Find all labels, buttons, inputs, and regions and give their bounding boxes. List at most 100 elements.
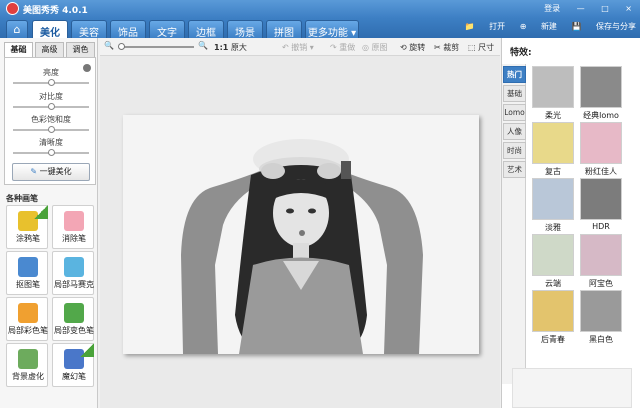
paint-bucket-icon <box>64 303 84 323</box>
effects-title: 特效: <box>510 48 532 58</box>
undo-button[interactable]: ↶ 撤销 ▾ <box>282 42 314 53</box>
category-basic[interactable]: 基础 <box>503 85 526 102</box>
tab-scenes[interactable]: 场景 <box>227 20 263 39</box>
left-panel: 基础 高级 调色 亮度 对比度 色彩饱和度 清晰度 ✎ 一键美化 各种画笔 涂鸦… <box>0 38 98 408</box>
effect-youth[interactable]: 后青春 <box>532 290 574 348</box>
restore-original-button[interactable]: ◎ 原图 <box>362 42 388 53</box>
effects-panel: 特效: 热门 基础 Lomo 人像 时尚 艺术 柔光 经典lomo 复古 粉红佳… <box>501 38 640 408</box>
effect-thumbnail <box>532 66 574 108</box>
saturation-slider[interactable] <box>13 126 89 133</box>
tab-beautify[interactable]: 美化 <box>32 20 68 39</box>
effect-hdr[interactable]: HDR <box>580 178 622 236</box>
minimize-button[interactable]: — <box>577 4 585 13</box>
effect-thumbnail <box>532 290 574 332</box>
zoom-out-icon[interactable]: 🔍 <box>104 41 114 50</box>
effect-thumbnail <box>580 122 622 164</box>
effect-classic-lomo[interactable]: 经典lomo <box>580 66 622 124</box>
zoom-in-icon[interactable]: 🔍 <box>198 41 208 50</box>
crop-button[interactable]: ✂ 裁剪 <box>434 42 459 53</box>
actual-size-button[interactable]: 1:1 原大 <box>214 42 247 53</box>
tab-home[interactable]: ⌂ <box>6 20 28 38</box>
effect-black-white[interactable]: 黑白色 <box>580 290 622 348</box>
rotate-button[interactable]: ⟲ 旋转 <box>400 42 425 53</box>
mosaic-icon <box>64 257 84 277</box>
category-lomo[interactable]: Lomo <box>503 104 526 121</box>
effect-cloud[interactable]: 云端 <box>532 234 574 292</box>
adjust-box: 亮度 对比度 色彩饱和度 清晰度 ✎ 一键美化 <box>4 57 96 185</box>
pens-title: 各种画笔 <box>6 194 38 203</box>
tab-accessories[interactable]: 饰品 <box>110 20 146 39</box>
portrait-image <box>123 115 479 354</box>
pen-background-blur[interactable]: 背景虚化 <box>6 343 48 387</box>
subtab-advanced[interactable]: 高级 <box>35 42 64 57</box>
pen-eraser[interactable]: 消除笔 <box>52 205 94 249</box>
sharpness-label: 清晰度 <box>39 138 63 147</box>
sharpness-knob[interactable] <box>48 149 55 156</box>
pen-doodle[interactable]: 涂鸦笔 <box>6 205 48 249</box>
effect-preview-area <box>512 368 632 408</box>
category-fashion[interactable]: 时尚 <box>503 142 526 159</box>
effect-abao[interactable]: 阿宝色 <box>580 234 622 292</box>
subtab-basic[interactable]: 基础 <box>4 42 33 57</box>
title-bar: 美图秀秀 4.0.1 登录 — □ × <box>0 0 640 18</box>
subtab-color[interactable]: 调色 <box>66 42 95 57</box>
blur-icon <box>18 349 38 369</box>
contrast-knob[interactable] <box>48 103 55 110</box>
effect-categories: 热门 基础 Lomo 人像 时尚 艺术 <box>502 64 526 384</box>
window-title: 美图秀秀 4.0.1 <box>23 6 88 16</box>
brightness-knob[interactable] <box>48 79 55 86</box>
new-button[interactable]: ⊕ 新建 <box>520 22 557 31</box>
brightness-slider[interactable] <box>13 79 89 86</box>
tab-frames[interactable]: 边框 <box>188 20 224 39</box>
close-button[interactable]: × <box>625 4 632 13</box>
effect-pink-lady[interactable]: 粉红佳人 <box>580 122 622 180</box>
pen-magic[interactable]: 魔幻笔 <box>52 343 94 387</box>
pen-recolor[interactable]: 局部变色笔 <box>52 297 94 341</box>
zoom-slider[interactable] <box>118 43 194 50</box>
category-portrait[interactable]: 人像 <box>503 123 526 140</box>
app-logo-icon <box>6 2 19 15</box>
effect-thumbnail <box>532 178 574 220</box>
new-badge <box>34 205 48 219</box>
zoom-knob[interactable] <box>118 43 125 50</box>
open-button[interactable]: 📁 打开 <box>465 22 506 31</box>
brush-icon <box>18 303 38 323</box>
tab-more[interactable]: 更多功能 ▾ <box>305 20 359 39</box>
new-badge <box>80 343 94 357</box>
effect-soft-light[interactable]: 柔光 <box>532 66 574 124</box>
tab-text[interactable]: 文字 <box>149 20 185 39</box>
effect-thumbnail <box>532 122 574 164</box>
maximize-button[interactable]: □ <box>601 4 609 13</box>
tab-beauty[interactable]: 美容 <box>71 20 107 39</box>
save-share-button[interactable]: 💾 保存与分享 <box>571 22 636 31</box>
pen-cutout[interactable]: 抠图笔 <box>6 251 48 295</box>
effect-elegant[interactable]: 淡雅 <box>532 178 574 236</box>
eraser-icon <box>64 211 84 231</box>
effect-thumbnail <box>580 66 622 108</box>
category-hot[interactable]: 热门 <box>503 66 526 83</box>
sharpness-slider[interactable] <box>13 149 89 156</box>
one-click-beautify-button[interactable]: ✎ 一键美化 <box>12 163 90 181</box>
saturation-knob[interactable] <box>48 126 55 133</box>
magic-wand-icon: ✎ <box>30 167 38 176</box>
cutout-pen-icon <box>18 257 38 277</box>
window-controls: 登录 — □ × <box>530 3 632 14</box>
saturation-label: 色彩饱和度 <box>31 115 71 124</box>
effect-thumbnail <box>580 290 622 332</box>
home-icon: ⌂ <box>13 23 21 36</box>
effect-thumbnail <box>580 234 622 276</box>
adjust-subtabs: 基础 高级 调色 <box>4 42 96 58</box>
image-canvas[interactable] <box>100 56 500 408</box>
pen-mosaic[interactable]: 局部马赛克 <box>52 251 94 295</box>
header-actions: 📁 打开 ⊕ 新建 💾 保存与分享 <box>453 21 636 32</box>
brightness-label: 亮度 <box>43 68 59 77</box>
resize-button[interactable]: ⬚ 尺寸 <box>468 42 494 53</box>
tab-collage[interactable]: 拼图 <box>266 20 302 39</box>
contrast-slider[interactable] <box>13 103 89 110</box>
pen-color-brush[interactable]: 局部彩色笔 <box>6 297 48 341</box>
redo-button[interactable]: ↷ 重做 <box>330 42 355 53</box>
category-art[interactable]: 艺术 <box>503 161 526 178</box>
effect-retro[interactable]: 复古 <box>532 122 574 180</box>
photo[interactable] <box>123 115 479 354</box>
login-link[interactable]: 登录 <box>544 4 560 13</box>
